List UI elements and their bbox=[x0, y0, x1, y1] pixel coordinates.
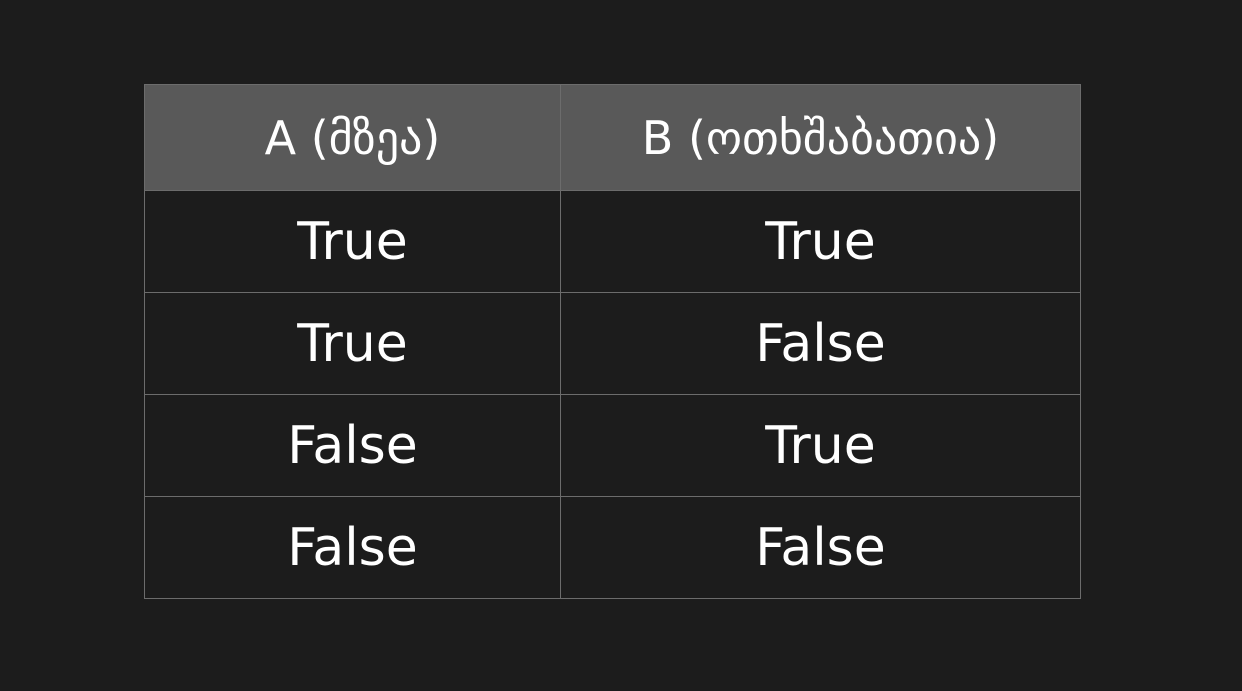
column-header-b: B (ოთხშაბათია) bbox=[560, 84, 1081, 191]
cell-a: False bbox=[144, 496, 561, 599]
cell-b: False bbox=[560, 496, 1081, 599]
cell-b: True bbox=[560, 190, 1081, 293]
truth-table: A (მზეა) B (ოთხშაბათია) True True True F… bbox=[144, 84, 1081, 599]
table-row: False False bbox=[144, 496, 1081, 599]
column-header-a: A (მზეა) bbox=[144, 84, 561, 191]
table-row: False True bbox=[144, 394, 1081, 497]
truth-table-container: A (მზეა) B (ოთხშაბათია) True True True F… bbox=[144, 84, 1081, 599]
cell-b: False bbox=[560, 292, 1081, 395]
cell-a: True bbox=[144, 190, 561, 293]
header-row: A (მზეა) B (ოთხშაბათია) bbox=[144, 84, 1081, 191]
table-row: True False bbox=[144, 292, 1081, 395]
table-row: True True bbox=[144, 190, 1081, 293]
cell-b: True bbox=[560, 394, 1081, 497]
cell-a: True bbox=[144, 292, 561, 395]
cell-a: False bbox=[144, 394, 561, 497]
